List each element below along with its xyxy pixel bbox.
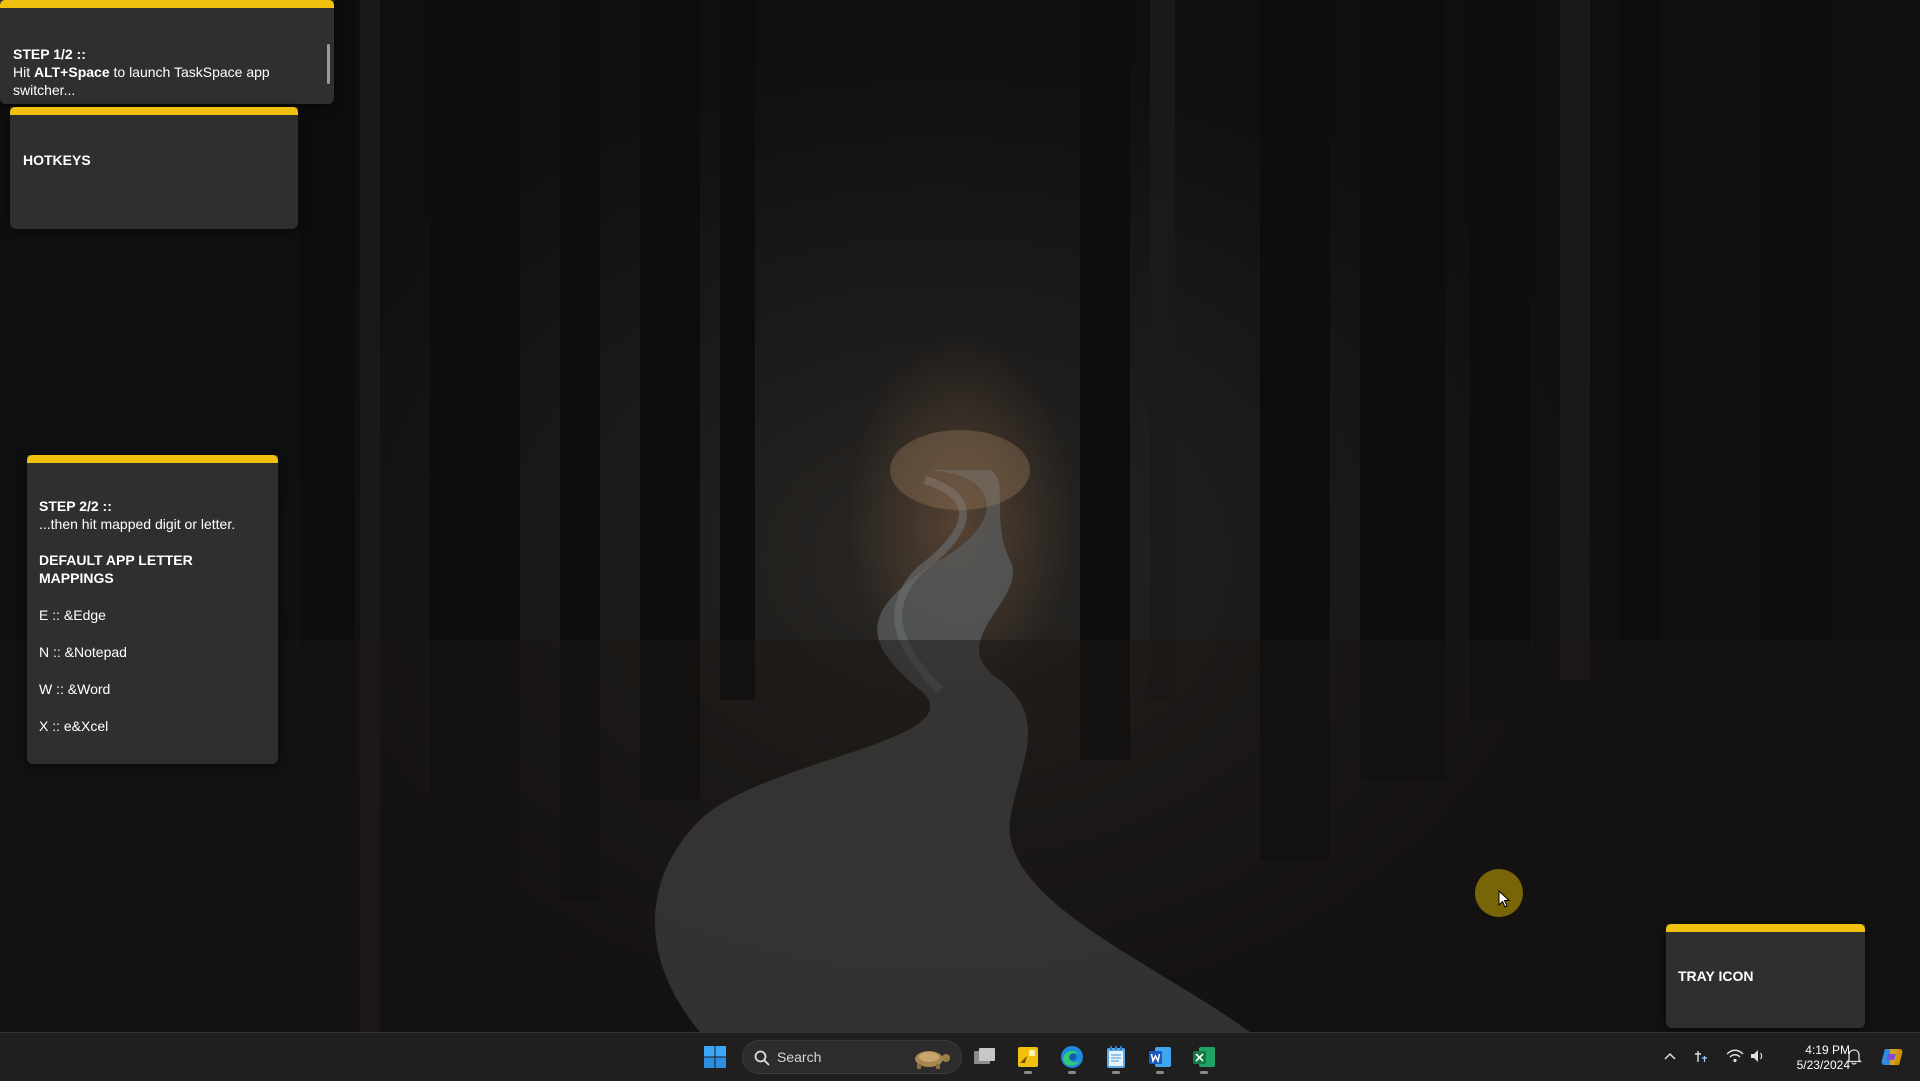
search-label: Search <box>777 1049 822 1065</box>
chevron-up-icon <box>1664 1052 1676 1060</box>
task-view-icon <box>974 1048 995 1064</box>
tray-icon-title: TRAY ICON <box>1678 968 1754 984</box>
start-button[interactable] <box>697 1039 733 1075</box>
mapping-word: W :: &Word <box>39 681 111 697</box>
clock-time: 4:19 PM <box>1805 1043 1850 1057</box>
copilot-button[interactable] <box>1874 1033 1910 1081</box>
taskspace-icon <box>1018 1047 1038 1067</box>
wifi-icon <box>1726 1049 1744 1063</box>
show-hidden-icons-button[interactable] <box>1658 1033 1680 1081</box>
taskbar-search[interactable]: Search <box>742 1040 962 1074</box>
hotkeys-title: HOTKEYS <box>23 152 91 168</box>
mouse-cursor-icon <box>1498 890 1510 908</box>
running-indicator <box>1068 1071 1076 1074</box>
notification-bell-icon <box>1846 1049 1862 1065</box>
network-volume-button[interactable] <box>1722 1033 1774 1081</box>
card-scrollbar[interactable] <box>327 44 330 84</box>
running-indicator <box>1024 1071 1032 1074</box>
taskbar: Search 4:19 PM 5/23/2024 <box>0 1032 1920 1081</box>
taskbar-app-notepad[interactable] <box>1098 1039 1134 1075</box>
tip-card-tray-icon: TRAY ICON <box>1666 924 1865 1028</box>
step1-text: Hit ALT+Space to launch TaskSpace app sw… <box>13 63 313 99</box>
excel-icon <box>1193 1047 1215 1067</box>
step1-title: STEP 1/2 :: <box>13 46 86 62</box>
taskspace-tray-icon <box>1695 1051 1707 1062</box>
mappings-title: DEFAULT APP LETTER MAPPINGS <box>39 552 193 586</box>
word-icon <box>1149 1047 1171 1067</box>
notepad-icon <box>1107 1046 1125 1068</box>
windows-logo-icon <box>704 1046 726 1068</box>
step1-hotkey: ALT+Space <box>34 64 110 80</box>
search-highlight-turtle-icon <box>915 1051 950 1069</box>
step2-subtitle: ...then hit mapped digit or letter. <box>39 516 236 532</box>
taskbar-app-edge[interactable] <box>1054 1039 1090 1075</box>
notifications-button[interactable] <box>1842 1033 1864 1081</box>
tray-app-taskspace[interactable] <box>1690 1033 1712 1081</box>
taskbar-app-word[interactable] <box>1142 1039 1178 1075</box>
running-indicator <box>1112 1071 1120 1074</box>
taskbar-app-taskspace[interactable] <box>1010 1039 1046 1075</box>
taskbar-clock[interactable]: 4:19 PM 5/23/2024 <box>1776 1043 1850 1073</box>
tip-card-hotkeys: HOTKEYS <box>10 107 298 229</box>
tip-card-step2: STEP 2/2 :: ...then hit mapped digit or … <box>27 455 278 764</box>
mapping-excel: X :: e&Xcel <box>39 718 109 734</box>
taskbar-app-excel[interactable] <box>1186 1039 1222 1075</box>
edge-icon <box>1061 1046 1083 1068</box>
mapping-notepad: N :: &Notepad <box>39 644 127 660</box>
running-indicator <box>1156 1071 1164 1074</box>
volume-icon <box>1751 1050 1763 1062</box>
copilot-icon <box>1881 1049 1903 1065</box>
search-icon <box>754 1050 770 1066</box>
task-view-button[interactable] <box>967 1039 1003 1075</box>
step1-text-pre: Hit <box>13 64 34 80</box>
mapping-edge: E :: &Edge <box>39 607 106 623</box>
tip-card-step1: STEP 1/2 :: Hit ALT+Space to launch Task… <box>0 0 334 104</box>
running-indicator <box>1200 1071 1208 1074</box>
step2-title: STEP 2/2 :: <box>39 498 112 514</box>
clock-date: 5/23/2024 <box>1796 1058 1850 1072</box>
